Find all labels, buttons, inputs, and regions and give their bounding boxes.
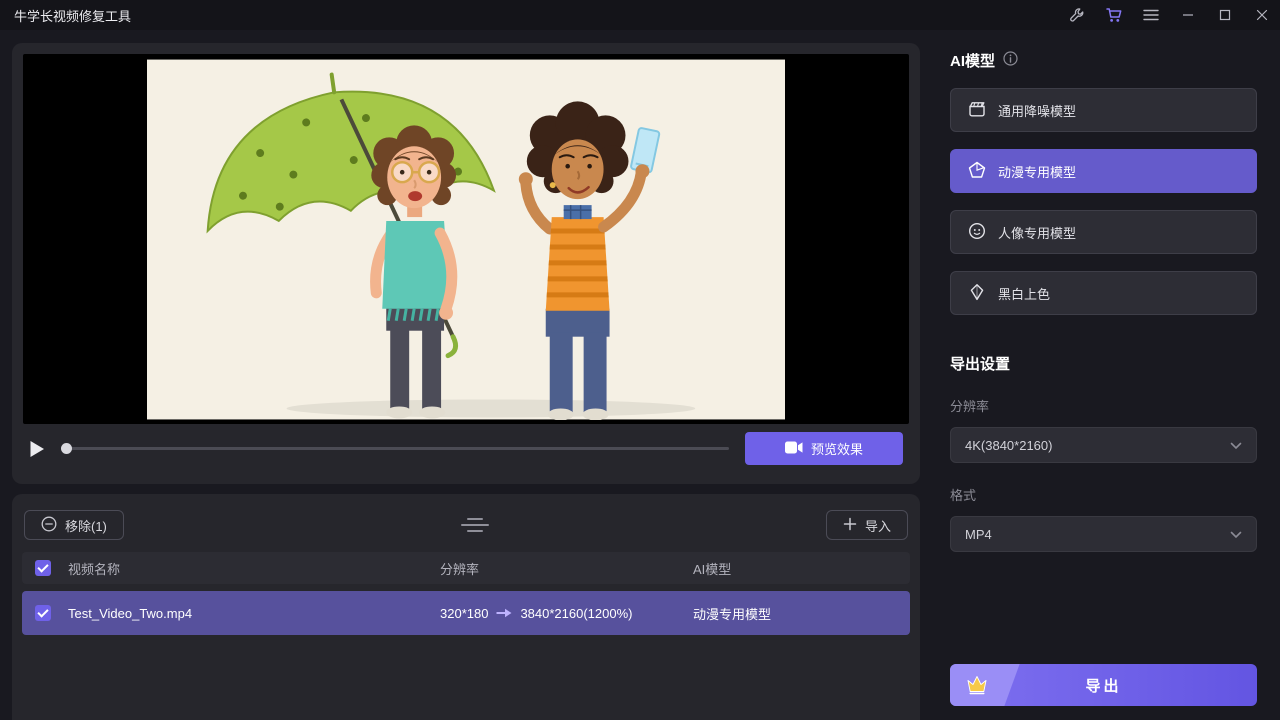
minimize-icon[interactable] [1169,0,1206,30]
model-button-colorize[interactable]: 黑白上色 [950,271,1257,315]
close-icon[interactable] [1243,0,1280,30]
resolution-from: 320*180 [440,605,489,621]
import-button-label: 导入 [864,518,891,534]
import-button[interactable]: 导入 [825,510,908,540]
format-dropdown[interactable]: MP4 [950,516,1257,552]
settings-sidebar: AI模型 通用降噪模型 动漫专用模型 人像专用模型 黑白上色 导出设置 分辨率 … [920,30,1280,720]
format-value: MP4 [965,526,992,542]
format-label: 格式 [950,488,977,503]
video-preview [23,54,909,424]
chevron-down-icon [1230,438,1242,453]
app-title: 牛学长视频修复工具 [14,8,132,24]
export-button-label: 导出 [1085,677,1122,695]
titlebar: 牛学长视频修复工具 [0,0,1280,30]
minus-circle-icon [41,516,57,535]
clapperboard-icon [968,100,986,121]
maximize-icon[interactable] [1206,0,1243,30]
progress-slider[interactable] [61,443,729,454]
anime-pentagon-icon [968,161,986,182]
header-video-name: 视频名称 [68,561,121,577]
row-video-name: Test_Video_Two.mp4 [68,605,193,621]
resolution-dropdown[interactable]: 4K(3840*2160) [950,427,1257,463]
resolution-value: 4K(3840*2160) [965,437,1053,453]
remove-button-label: 移除(1) [65,518,107,534]
export-button[interactable]: 导出 [950,664,1257,706]
model-button-anime[interactable]: 动漫专用模型 [950,149,1257,193]
portrait-face-icon [968,222,986,243]
model-button-portrait[interactable]: 人像专用模型 [950,210,1257,254]
crown-icon [965,674,989,699]
remove-button[interactable]: 移除(1) [24,510,124,540]
row-ai-model: 动漫专用模型 [693,606,772,622]
model-label: 通用降噪模型 [998,103,1077,119]
ai-model-heading: AI模型 [950,50,1257,71]
preview-effect-button[interactable]: 预览效果 [745,432,903,465]
export-settings-title: 导出设置 [950,356,1011,373]
row-checkbox[interactable] [35,605,51,621]
header-resolution: 分辨率 [440,561,480,577]
model-button-general-denoise[interactable]: 通用降噪模型 [950,88,1257,132]
file-toolbar: 移除(1) 导入 [22,504,910,546]
resolution-label: 分辨率 [950,399,990,414]
header-ai-model: AI模型 [693,561,732,577]
video-frame-image [147,59,785,420]
menu-icon[interactable] [1132,0,1169,30]
table-row[interactable]: Test_Video_Two.mp4 320*180 3840*2160(120… [22,591,910,635]
cart-icon[interactable] [1095,0,1132,30]
preview-effect-label: 预览效果 [810,442,863,457]
colorize-diamond-icon [968,283,986,304]
export-settings-heading: 导出设置 [950,353,1257,374]
ai-model-title: AI模型 [950,53,996,70]
file-list-panel: 移除(1) 导入 视频名称 分辨率 AI模型 Test_Video_Two.mp… [12,494,920,720]
model-label: 动漫专用模型 [998,164,1077,180]
resolution-to: 3840*2160(1200%) [520,605,633,621]
model-label: 黑白上色 [998,286,1051,302]
select-all-checkbox[interactable] [35,560,51,576]
plus-icon [843,517,857,534]
row-resolution: 320*180 3840*2160(1200%) [440,606,693,621]
main-area: 预览效果 移除(1) 导入 视频名称 分辨率 AI模型 Test_Video_T… [12,43,920,720]
player-controls: 预览效果 [23,424,909,473]
collapse-handle-icon[interactable] [453,514,497,536]
video-camera-icon [784,441,803,457]
repair-tool-icon[interactable] [1058,0,1095,30]
model-label: 人像专用模型 [998,225,1077,241]
arrow-right-icon [496,606,512,621]
chevron-down-icon [1230,527,1242,542]
titlebar-controls [1058,0,1280,30]
table-header: 视频名称 分辨率 AI模型 [22,552,910,584]
slider-thumb[interactable] [61,443,72,454]
play-button[interactable] [29,440,45,458]
info-icon[interactable] [1003,51,1018,70]
player-panel: 预览效果 [12,43,920,484]
